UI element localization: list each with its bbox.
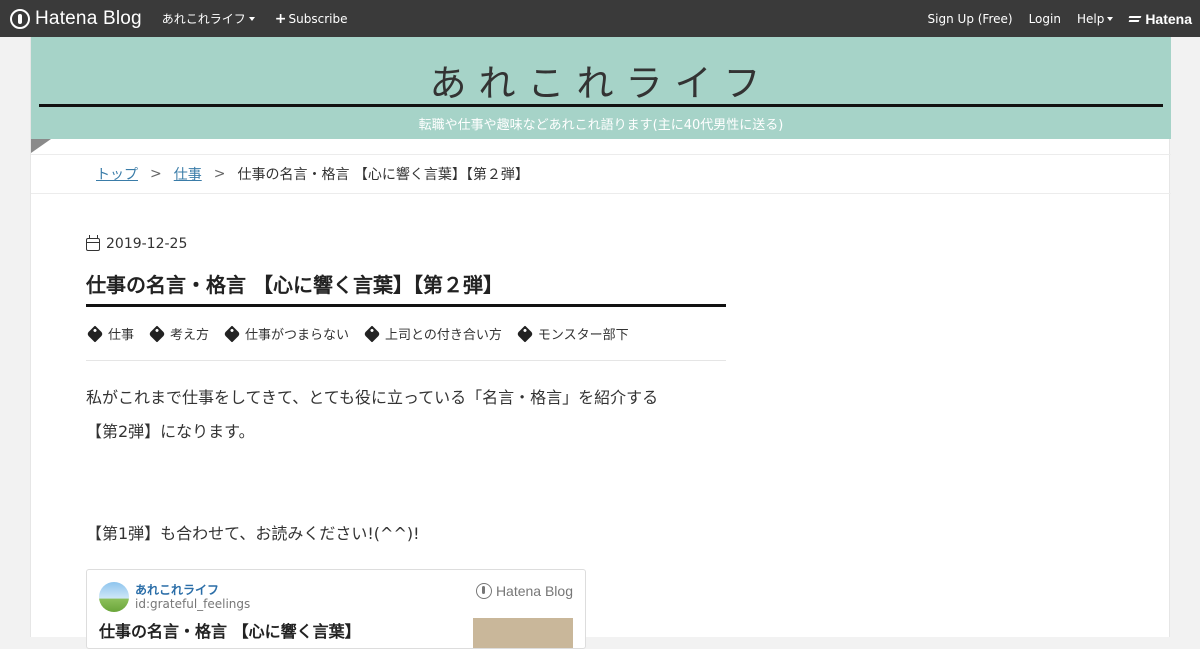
blog-avatar xyxy=(99,582,129,612)
subscribe-button[interactable]: + Subscribe xyxy=(275,11,348,27)
header-divider xyxy=(39,104,1163,107)
hatena-logo-icon xyxy=(1129,14,1141,24)
subscribe-label: Subscribe xyxy=(288,11,348,26)
embed-thumbnail[interactable] xyxy=(473,618,573,648)
help-dropdown[interactable]: Help xyxy=(1076,11,1114,26)
signup-link[interactable]: Sign Up (Free) xyxy=(928,12,1013,26)
entry-paragraph: 【第1弾】も合わせて、お読みください!(^^)! xyxy=(86,524,420,543)
tag-label: 上司との付き合い方 xyxy=(385,328,502,343)
breadcrumb-separator: > xyxy=(213,166,226,182)
embed-blog-name[interactable]: あれこれライフ xyxy=(135,581,219,598)
blog-page: あれこれライフ 転職や仕事や趣味などあれこれ語ります(主に40代男性に送る) ト… xyxy=(30,37,1171,649)
tag-link[interactable]: 上司との付き合い方 xyxy=(363,324,502,343)
tag-link[interactable]: 仕事 xyxy=(86,324,134,343)
caret-down-icon xyxy=(1107,16,1114,21)
breadcrumb-separator: > xyxy=(150,166,162,182)
hatena-logo[interactable]: Hatena xyxy=(1129,11,1192,27)
tag-label: 考え方 xyxy=(170,328,210,343)
blog-title[interactable]: あれこれライフ xyxy=(31,53,1171,107)
tag-link[interactable]: 仕事がつまらない xyxy=(223,324,349,343)
embed-blog-id: id:grateful_feelings xyxy=(135,597,251,611)
embed-brand: Hatena Blog xyxy=(475,583,573,599)
header-corner-fold xyxy=(31,139,51,153)
hatena-logo-text: Hatena xyxy=(1145,10,1192,27)
entry-date[interactable]: 2019-12-25 xyxy=(86,227,726,261)
tag-icon xyxy=(516,325,534,342)
tag-label: 仕事がつまらない xyxy=(245,328,350,343)
blog-menu-dropdown[interactable]: あれこれライフ xyxy=(162,10,255,27)
hatena-blog-brand-text: Hatena Blog xyxy=(35,7,142,29)
entry-article: 2019-12-25 仕事の名言・格言 【心に響く言葉】【第２弾】 仕事 考え方… xyxy=(86,227,726,649)
entry-tags: 仕事 考え方 仕事がつまらない 上司との付き合い方 モンスター部下 xyxy=(86,307,726,361)
blog-description: 転職や仕事や趣味などあれこれ語ります(主に40代男性に送る) xyxy=(418,118,784,133)
tag-icon xyxy=(223,325,241,342)
embed-brand-text: Hatena Blog xyxy=(495,583,573,599)
blog-header: あれこれライフ 転職や仕事や趣味などあれこれ語ります(主に40代男性に送る) xyxy=(31,37,1171,139)
tag-link[interactable]: 考え方 xyxy=(148,324,209,343)
topbar-right: Sign Up (Free) Login Help Hatena xyxy=(912,0,1200,37)
plus-icon: + xyxy=(274,10,287,27)
breadcrumb: トップ > 仕事 > 仕事の名言・格言 【心に響く言葉】【第２弾】 xyxy=(31,154,1171,194)
tag-icon xyxy=(86,325,104,342)
login-link[interactable]: Login xyxy=(1029,12,1061,26)
paragraph-line: 私がこれまで仕事をしてきて、とても役に立っている「名言・格言」を紹介する xyxy=(86,388,659,407)
top-navigation-bar: Hatena Blog あれこれライフ + Subscribe Sign Up … xyxy=(0,0,1200,37)
help-label: Help xyxy=(1076,11,1105,26)
tag-label: 仕事 xyxy=(108,328,135,343)
tag-icon xyxy=(148,325,166,342)
breadcrumb-top-link[interactable]: トップ xyxy=(96,164,138,184)
tag-icon xyxy=(363,325,381,342)
caret-down-icon xyxy=(248,16,255,21)
blog-embed-card[interactable]: あれこれライフ id:grateful_feelings Hatena Blog… xyxy=(86,569,586,649)
entry-title[interactable]: 仕事の名言・格言 【心に響く言葉】【第２弾】 xyxy=(86,269,726,307)
hatena-blog-logo[interactable]: Hatena Blog xyxy=(10,0,142,37)
entry-paragraph: 私がこれまで仕事をしてきて、とても役に立っている「名言・格言」を紹介する 【第2… xyxy=(86,381,726,449)
entry-date-text: 2019-12-25 xyxy=(106,236,188,252)
calendar-icon xyxy=(86,234,100,251)
embed-entry-title[interactable]: 仕事の名言・格言 【心に響く言葉】 xyxy=(99,618,361,642)
tag-link[interactable]: モンスター部下 xyxy=(516,324,629,343)
hatena-blog-logo-icon xyxy=(475,583,492,599)
breadcrumb-current: 仕事の名言・格言 【心に響く言葉】【第２弾】 xyxy=(237,167,529,183)
tag-label: モンスター部下 xyxy=(537,328,629,343)
hatena-blog-logo-icon xyxy=(10,8,30,29)
blog-menu-label: あれこれライフ xyxy=(161,12,246,26)
paragraph-line: 【第2弾】になります。 xyxy=(86,422,255,441)
breadcrumb-category-link[interactable]: 仕事 xyxy=(174,164,202,184)
